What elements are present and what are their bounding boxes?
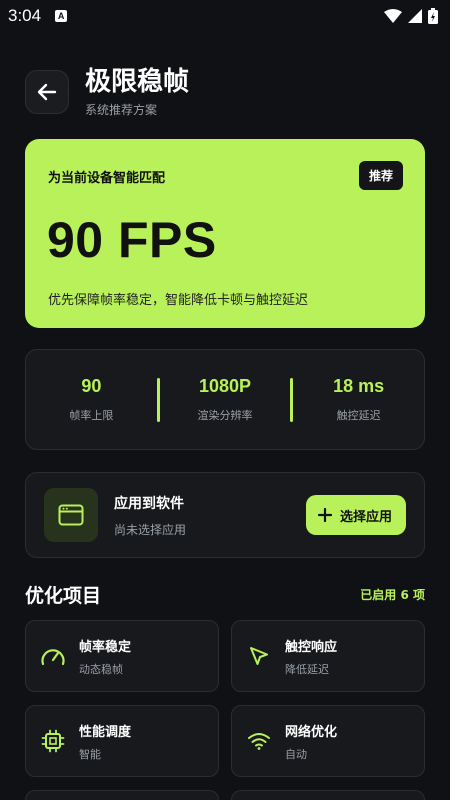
battery-icon — [428, 8, 438, 24]
stat-fps-limit: 90 帧率上限 — [26, 376, 157, 423]
apply-subtitle: 尚未选择应用 — [114, 522, 187, 537]
option-subtitle: 降低延迟 — [285, 662, 329, 676]
apply-to-app-card: 应用到软件 尚未选择应用 选择应用 — [25, 472, 425, 558]
option-card-partial[interactable] — [231, 790, 425, 800]
option-title: 网络优化 — [285, 724, 338, 740]
select-app-button[interactable]: 选择应用 — [305, 495, 406, 535]
chip-icon — [39, 727, 67, 755]
stat-touch-latency: 18 ms 触控延迟 — [293, 376, 424, 423]
plus-icon — [317, 508, 332, 522]
pointer-icon — [245, 642, 273, 670]
app-window-icon — [44, 488, 98, 542]
stat-label: 触控延迟 — [336, 409, 381, 422]
stats-panel: 90 帧率上限 1080P 渲染分辨率 18 ms 触控延迟 — [25, 349, 425, 450]
recommend-badge: 推荐 — [358, 161, 403, 190]
status-time: 3:04 — [8, 6, 42, 25]
status-icons — [384, 8, 438, 24]
section-title: 优化项目 — [25, 584, 102, 607]
speedometer-icon — [39, 642, 67, 670]
stat-label: 渲染分辨率 — [197, 409, 253, 422]
stat-resolution: 1080P 渲染分辨率 — [160, 376, 291, 423]
apply-text: 应用到软件 尚未选择应用 — [114, 493, 186, 538]
option-performance-scheduling[interactable]: 性能调度 智能 — [25, 705, 219, 777]
option-subtitle: 自动 — [285, 747, 307, 761]
recommendation-caption: 为当前设备智能匹配 — [48, 171, 166, 186]
wifi-icon — [245, 727, 273, 755]
wifi-icon — [384, 9, 402, 23]
stat-label: 帧率上限 — [69, 409, 114, 422]
option-subtitle: 智能 — [79, 747, 101, 761]
fps-value: 90 FPS — [47, 212, 217, 268]
option-subtitle: 动态稳帧 — [79, 662, 123, 676]
option-text: 性能调度 智能 — [79, 721, 131, 762]
status-bar: 3:04 A — [0, 0, 450, 32]
enabled-count: 已启用 6 项 — [360, 587, 425, 602]
select-app-label: 选择应用 — [339, 509, 392, 525]
option-title: 触控响应 — [285, 639, 338, 655]
notification-a-icon: A — [55, 10, 68, 22]
recommendation-description: 优先保障帧率稳定，智能降低卡顿与触控延迟 — [48, 293, 309, 308]
header-text: 极限稳帧 系统推荐方案 — [85, 66, 189, 118]
arrow-left-icon — [37, 83, 57, 101]
option-network-optimization[interactable]: 网络优化 自动 — [231, 705, 425, 777]
page-title: 极限稳帧 — [85, 67, 190, 97]
apply-title: 应用到软件 — [114, 495, 184, 512]
option-text: 网络优化 自动 — [285, 721, 337, 762]
header: 极限稳帧 系统推荐方案 — [25, 64, 425, 120]
stat-value: 1080P — [198, 376, 252, 396]
recommendation-card: 为当前设备智能匹配 推荐 90 FPS 优先保障帧率稳定，智能降低卡顿与触控延迟 — [25, 139, 425, 328]
option-card-partial[interactable] — [25, 790, 219, 800]
option-frame-stable[interactable]: 帧率稳定 动态稳帧 — [25, 620, 219, 692]
option-touch-response[interactable]: 触控响应 降低延迟 — [231, 620, 425, 692]
page-subtitle: 系统推荐方案 — [85, 103, 158, 117]
stat-value: 90 — [81, 376, 102, 396]
back-button[interactable] — [25, 70, 69, 114]
option-text: 触控响应 降低延迟 — [285, 636, 337, 677]
optimization-section-header: 优化项目 已启用 6 项 — [25, 580, 425, 608]
signal-icon — [408, 9, 422, 23]
option-title: 帧率稳定 — [79, 639, 132, 655]
stat-value: 18 ms — [333, 376, 385, 396]
option-text: 帧率稳定 动态稳帧 — [79, 636, 131, 677]
option-title: 性能调度 — [79, 724, 132, 740]
